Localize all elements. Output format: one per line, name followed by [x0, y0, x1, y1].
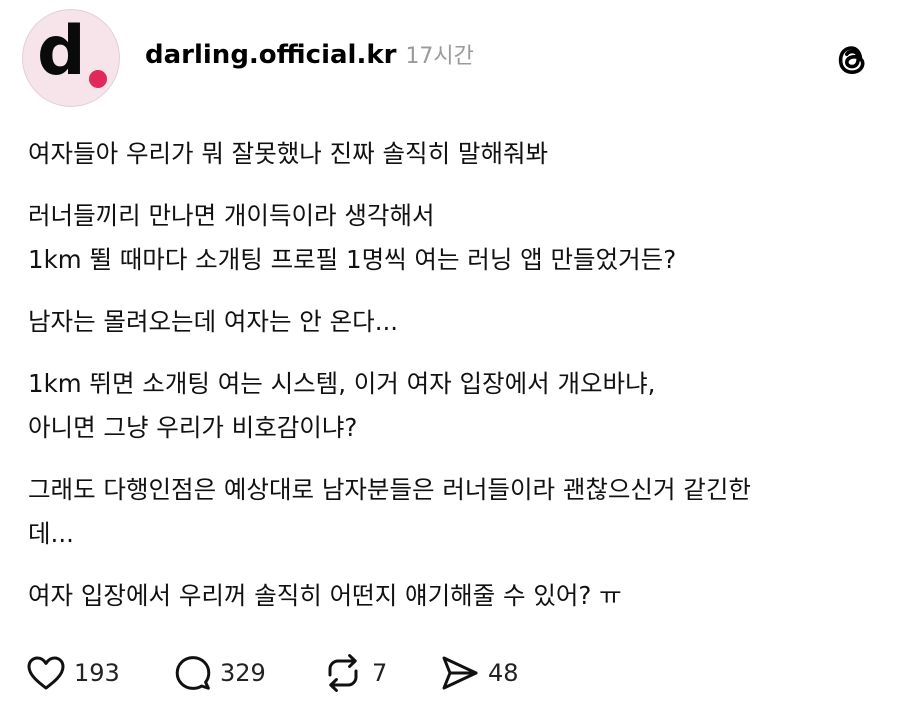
- post-text-line: 남자는 몰려오는데 여자는 안 온다...: [28, 307, 399, 336]
- post-timestamp: 17시간: [405, 44, 474, 69]
- action-bar: 193 329 7 48: [26, 650, 626, 696]
- repost-count: 7: [372, 659, 388, 687]
- reply-button[interactable]: 329: [174, 650, 266, 696]
- repost-icon: [322, 653, 364, 693]
- post-text-line: 아니면 그냥 우리가 비호감이냐?: [28, 413, 358, 442]
- avatar[interactable]: d: [22, 9, 120, 107]
- comment-bubble-icon: [174, 654, 212, 692]
- share-count: 48: [488, 659, 519, 687]
- username-link[interactable]: darling.official.kr: [145, 40, 396, 70]
- repost-button[interactable]: 7: [322, 650, 387, 696]
- like-count: 193: [74, 659, 120, 687]
- post-text-line: 그래도 다행인점은 예상대로 남자분들은 러너들이라 괜찮으신거 같긴한: [28, 475, 751, 504]
- heart-icon: [26, 655, 66, 691]
- threads-logo-icon[interactable]: [832, 40, 872, 80]
- post-text-line: 여자들아 우리가 뭐 잘못했나 진짜 솔직히 말해줘봐: [28, 139, 549, 168]
- post-text-line: 러너들끼리 만나면 개이득이라 생각해서: [28, 201, 435, 230]
- post-header: darling.official.kr 17시간: [145, 38, 474, 78]
- share-button[interactable]: 48: [440, 650, 519, 696]
- avatar-logo-letter: d: [37, 12, 86, 91]
- avatar-logo-dot: [89, 70, 107, 88]
- post-text-line: 1km 뛰면 소개팅 여는 시스템, 이거 여자 입장에서 개오바냐,: [28, 369, 656, 398]
- threads-post: d darling.official.kr 17시간 여자들아 우리가 뭐 잘못…: [0, 0, 900, 719]
- send-icon: [440, 654, 480, 692]
- post-text-line: 데...: [28, 519, 74, 548]
- post-text-line: 1km 뛸 때마다 소개팅 프로필 1명씩 여는 러닝 앱 만들었거든?: [28, 245, 677, 274]
- like-button[interactable]: 193: [26, 650, 120, 696]
- post-text-line: 여자 입장에서 우리꺼 솔직히 어떤지 얘기해줄 수 있어? ㅠ: [28, 581, 622, 610]
- reply-count: 329: [220, 659, 266, 687]
- post-body: 여자들아 우리가 뭐 잘못했나 진짜 솔직히 말해줘봐 러너들끼리 만나면 개이…: [28, 132, 878, 618]
